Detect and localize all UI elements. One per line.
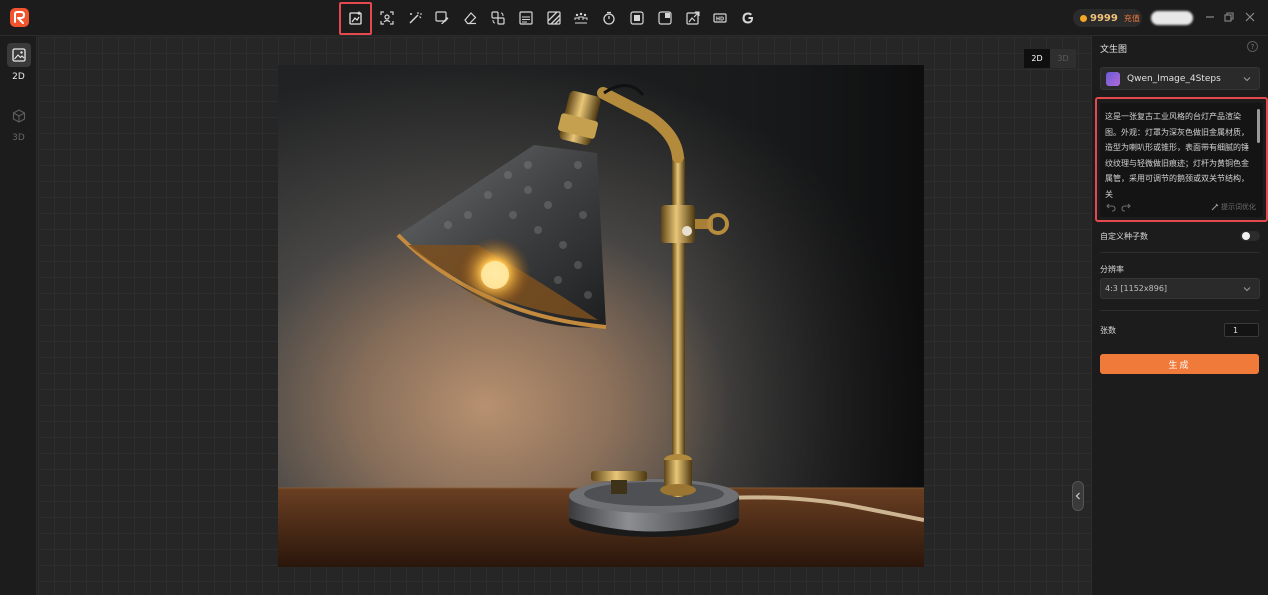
prompt-textarea[interactable]: 这是一张复古工业风格的台灯产品渲染图。外观：灯罩为深灰色做旧金属材质，造型为喇叭… <box>1105 109 1253 201</box>
coin-balance[interactable]: 9999 充值 <box>1073 9 1142 27</box>
magic-pen-icon <box>1211 203 1219 211</box>
right-panel: 文生图 ? Qwen_Image_4Steps 这是一张复古工业风格的台灯产品渲… <box>1091 36 1268 595</box>
seed-toggle-knob <box>1242 232 1250 240</box>
model-name: Qwen_Image_4Steps <box>1127 73 1221 84</box>
count-input[interactable] <box>1224 323 1259 337</box>
chevron-down-icon <box>1243 287 1251 292</box>
resolution-select[interactable]: 4:3 [1152x896] <box>1100 278 1260 299</box>
close-icon[interactable] <box>1243 10 1257 24</box>
layer-icon[interactable] <box>623 3 651 33</box>
top-bar: HD 9999 充值 <box>0 0 1268 36</box>
prompt-optimize-label: 提示词优化 <box>1221 203 1256 211</box>
timer-icon[interactable] <box>595 3 623 33</box>
image-export-icon[interactable] <box>679 3 707 33</box>
hatch-icon[interactable] <box>540 3 568 33</box>
coin-icon <box>1080 14 1087 22</box>
resolution-label: 分辨率 <box>1100 265 1124 274</box>
avatar[interactable] <box>1151 11 1193 25</box>
prompt-scrollbar[interactable] <box>1257 109 1260 143</box>
tool-bar: HD <box>339 1 762 35</box>
left-rail: 2D 3D <box>0 36 37 595</box>
contrast-icon[interactable] <box>651 3 679 33</box>
crowd-icon[interactable] <box>568 3 596 33</box>
minimize-icon[interactable] <box>1203 10 1217 24</box>
divider <box>1100 310 1260 311</box>
panel-collapse-button[interactable] <box>1072 481 1084 511</box>
swap-icon[interactable] <box>484 3 512 33</box>
texture-icon[interactable] <box>512 3 540 33</box>
chevron-down-icon <box>1243 77 1251 82</box>
restore-icon[interactable] <box>1222 10 1236 24</box>
help-icon[interactable]: ? <box>1247 41 1258 52</box>
google-icon[interactable] <box>734 3 762 33</box>
undo-icon[interactable] <box>1106 202 1116 212</box>
image-edit-icon[interactable] <box>339 1 372 35</box>
generated-image[interactable] <box>278 65 924 567</box>
prompt-highlight: 这是一张复古工业风格的台灯产品渲染图。外观：灯罩为深灰色做旧金属材质，造型为喇叭… <box>1095 97 1268 222</box>
count-label: 张数 <box>1100 326 1116 335</box>
seed-toggle[interactable] <box>1240 231 1260 241</box>
seed-label: 自定义种子数 <box>1100 232 1148 241</box>
prompt-editor[interactable]: 这是一张复古工业风格的台灯产品渲染图。外观：灯罩为深灰色做旧金属材质，造型为喇叭… <box>1100 103 1263 217</box>
recharge-link[interactable]: 充值 <box>1124 13 1140 24</box>
prompt-optimize-button[interactable]: 提示词优化 <box>1211 202 1256 212</box>
chevron-left-icon <box>1075 492 1080 500</box>
hd-icon[interactable]: HD <box>707 3 735 33</box>
mode-2d[interactable]: 2D <box>6 43 31 82</box>
divider <box>1100 252 1260 253</box>
mode-3d-label: 3D <box>12 133 25 143</box>
model-icon <box>1106 71 1120 86</box>
app-logo-icon[interactable] <box>10 8 29 27</box>
eraser-icon[interactable] <box>456 3 484 33</box>
brush-icon[interactable] <box>429 3 457 33</box>
generate-button[interactable]: 生成 <box>1100 354 1259 374</box>
toggle-2d[interactable]: 2D <box>1024 49 1050 68</box>
magic-wand-icon[interactable] <box>401 3 429 33</box>
redo-icon[interactable] <box>1121 202 1131 212</box>
app-window: HD 9999 充值 2D 3D 2D 3D 文生图 ? Qwen_Image_… <box>0 0 1268 595</box>
resolution-value: 4:3 [1152x896] <box>1105 284 1168 293</box>
model-select[interactable]: Qwen_Image_4Steps <box>1100 67 1260 90</box>
mode-3d[interactable]: 3D <box>6 104 31 143</box>
toggle-3d[interactable]: 3D <box>1050 49 1076 68</box>
svg-text:HD: HD <box>716 16 724 22</box>
face-scan-icon[interactable] <box>373 3 401 33</box>
cube-icon <box>7 104 31 128</box>
coin-count: 9999 <box>1090 12 1118 24</box>
dimension-toggle: 2D 3D <box>1024 49 1076 68</box>
mode-2d-label: 2D <box>12 72 25 82</box>
image-icon <box>6 43 31 67</box>
panel-title: 文生图 <box>1100 45 1128 55</box>
